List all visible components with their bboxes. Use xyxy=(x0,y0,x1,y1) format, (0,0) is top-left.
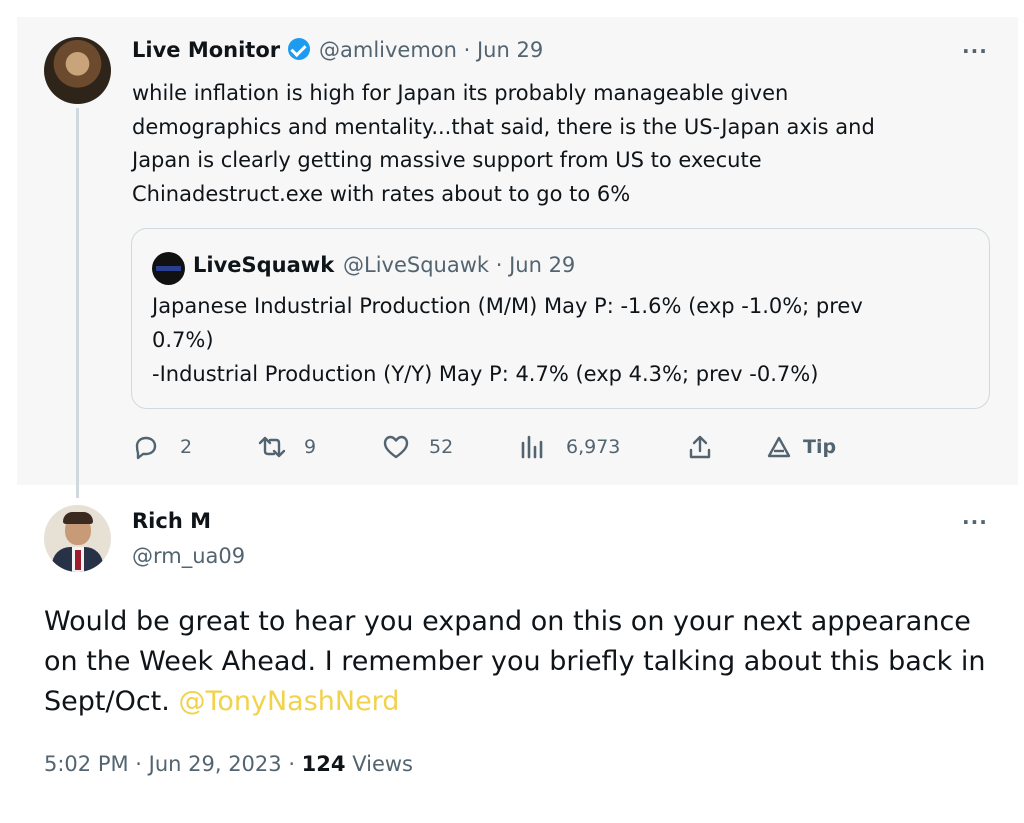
avatar[interactable] xyxy=(44,37,111,104)
view-count: 124 xyxy=(301,752,346,776)
views-count: 6,973 xyxy=(566,436,621,458)
quoted-text-line: Japanese Industrial Production (M/M) May… xyxy=(152,294,863,318)
tweet-text-line: Japan is clearly getting massive support… xyxy=(132,148,762,172)
views-button[interactable]: 6,973 xyxy=(518,432,620,462)
reply-button[interactable]: 2 xyxy=(132,432,192,462)
like-button[interactable]: 52 xyxy=(381,432,453,462)
page-edge xyxy=(1018,0,1024,823)
more-options-icon[interactable]: ··· xyxy=(962,39,988,63)
avatar[interactable] xyxy=(44,505,111,572)
quoted-author-name: LiveSquawk xyxy=(193,253,335,277)
avatar-hair xyxy=(63,512,93,524)
heart-icon xyxy=(381,432,413,462)
retweet-icon xyxy=(256,432,288,462)
tweet-text-line: Chinadestruct.exe with rates about to go… xyxy=(132,181,631,206)
verified-badge-icon xyxy=(288,38,310,60)
like-count: 52 xyxy=(429,436,454,458)
livesquawk-logo-icon xyxy=(156,266,181,271)
tip-label: Tip xyxy=(803,436,837,458)
retweet-count: 9 xyxy=(304,436,317,458)
share-icon xyxy=(686,432,718,462)
tip-button[interactable]: Tip xyxy=(765,432,836,462)
reply-count: 2 xyxy=(180,436,193,458)
tweet-text-line: demographics and mentality...that said, … xyxy=(132,114,875,139)
avatar-tie xyxy=(75,550,81,570)
tweet-meta-footer: 5:02 PM · Jun 29, 2023 · 124 Views xyxy=(44,752,413,776)
author-name[interactable]: Live Monitor xyxy=(132,38,280,62)
quoted-handle-date: @LiveSquawk · Jun 29 xyxy=(343,253,576,277)
reply-author-name[interactable]: Rich M xyxy=(132,509,211,533)
quoted-avatar xyxy=(152,252,185,285)
reply-icon xyxy=(132,432,164,462)
quoted-text-line: 0.7%) xyxy=(152,328,214,352)
tweet-text-line: while inflation is high for Japan its pr… xyxy=(132,81,789,105)
mention-link[interactable]: @TonyNashNerd xyxy=(178,686,399,717)
analytics-icon xyxy=(518,432,550,462)
reply-tweet-text: Would be great to hear you expand on thi… xyxy=(44,602,994,722)
retweet-button[interactable]: 9 xyxy=(256,432,316,462)
views-label: Views xyxy=(352,752,413,776)
reply-author-handle[interactable]: @rm_ua09 xyxy=(132,544,245,568)
share-button[interactable] xyxy=(686,432,734,462)
thread-connector-line xyxy=(76,108,79,498)
quoted-tweet-text: Japanese Industrial Production (M/M) May… xyxy=(152,289,962,391)
quoted-text-line: -Industrial Production (Y/Y) May P: 4.7%… xyxy=(152,362,819,386)
tip-icon xyxy=(765,432,793,462)
timestamp[interactable]: 5:02 PM · Jun 29, 2023 · xyxy=(44,752,302,776)
more-options-icon[interactable]: ··· xyxy=(962,510,988,534)
author-handle-date[interactable]: @amlivemon · Jun 29 xyxy=(319,38,543,62)
tweet-text: while inflation is high for Japan its pr… xyxy=(132,77,962,211)
